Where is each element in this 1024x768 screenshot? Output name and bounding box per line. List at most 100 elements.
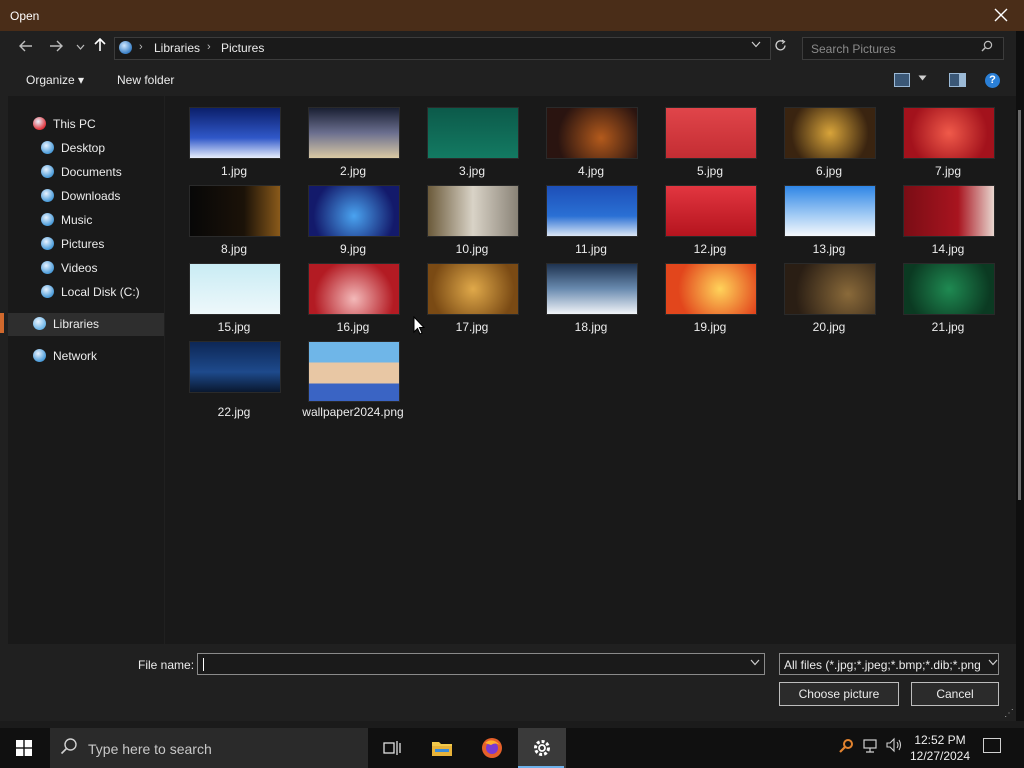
- scrollbar-thumb[interactable]: [1018, 110, 1021, 500]
- recent-locations-button[interactable]: [70, 37, 90, 57]
- file-name: 2.jpg: [339, 164, 367, 178]
- sidebar-item-this-pc[interactable]: This PC: [0, 113, 156, 135]
- breadcrumb-pictures[interactable]: Pictures: [221, 41, 264, 55]
- organize-button[interactable]: Organize ▾: [26, 73, 84, 87]
- search-icon[interactable]: [981, 40, 993, 55]
- text-caret: [203, 658, 204, 671]
- chevron-down-icon: [918, 75, 927, 81]
- file-thumbnail: [189, 341, 281, 393]
- refresh-button[interactable]: [770, 37, 790, 58]
- settings-app-button[interactable]: [518, 728, 566, 768]
- file-tile[interactable]: 13.jpg: [774, 185, 884, 263]
- network-tray-icon[interactable]: [862, 738, 878, 757]
- file-name-input[interactable]: [197, 653, 765, 675]
- file-thumbnail: [665, 263, 757, 315]
- file-tile[interactable]: 19.jpg: [655, 263, 765, 341]
- file-tile[interactable]: 15.jpg: [179, 263, 289, 341]
- help-button[interactable]: ?: [985, 73, 1000, 88]
- up-button[interactable]: [90, 37, 110, 57]
- view-dropdown-button[interactable]: [918, 73, 927, 84]
- file-tile[interactable]: 2.jpg: [298, 107, 408, 185]
- tray-key-icon[interactable]: [838, 738, 854, 758]
- clock-time[interactable]: 12:52 PM: [912, 733, 968, 747]
- cancel-button[interactable]: Cancel: [911, 682, 999, 706]
- file-thumbnail: [903, 185, 995, 237]
- new-folder-button[interactable]: New folder: [117, 73, 174, 87]
- sidebar-item-music[interactable]: Music: [0, 209, 156, 231]
- file-tile[interactable]: 8.jpg: [179, 185, 289, 263]
- file-type-filter[interactable]: All files (*.jpg;*.jpeg;*.bmp;*.dib;*.pn…: [779, 653, 999, 675]
- file-name: 9.jpg: [339, 242, 367, 256]
- file-tile[interactable]: 21.jpg: [893, 263, 1003, 341]
- close-button[interactable]: [990, 4, 1012, 26]
- sidebar-item-videos[interactable]: Videos: [0, 257, 156, 279]
- taskbar-search[interactable]: Type here to search: [50, 728, 368, 768]
- file-tile[interactable]: 5.jpg: [655, 107, 765, 185]
- file-tile[interactable]: 18.jpg: [536, 263, 646, 341]
- documents-icon: [41, 165, 54, 178]
- file-name: wallpaper2024.png: [302, 405, 404, 419]
- back-button[interactable]: [16, 37, 36, 57]
- file-tile[interactable]: 10.jpg: [417, 185, 527, 263]
- back-arrow-icon: [19, 40, 32, 52]
- resize-grip-icon[interactable]: ⋰: [1004, 708, 1014, 719]
- file-tile[interactable]: 11.jpg: [536, 185, 646, 263]
- file-explorer-button[interactable]: [418, 728, 466, 768]
- file-thumbnail: [308, 263, 400, 315]
- sidebar-item-label: Network: [53, 349, 98, 363]
- firefox-button[interactable]: [468, 728, 516, 768]
- windows-logo-icon: [16, 740, 32, 756]
- file-tile[interactable]: 7.jpg: [893, 107, 1003, 185]
- file-name: 21.jpg: [931, 320, 965, 334]
- file-thumbnail: [427, 263, 519, 315]
- file-tile[interactable]: 1.jpg: [179, 107, 289, 185]
- videos-icon: [41, 261, 54, 274]
- sidebar-item-pictures[interactable]: Pictures: [0, 233, 156, 255]
- file-tile[interactable]: 22.jpg: [179, 341, 289, 419]
- search-box[interactable]: Search Pictures: [802, 37, 1004, 60]
- file-tile[interactable]: 9.jpg: [298, 185, 408, 263]
- view-options-icon[interactable]: [894, 73, 910, 87]
- choose-picture-button[interactable]: Choose picture: [779, 682, 899, 706]
- task-view-icon: [383, 741, 401, 755]
- file-tile[interactable]: 6.jpg: [774, 107, 884, 185]
- file-thumbnail: [189, 107, 281, 159]
- preview-pane-icon[interactable]: [949, 73, 966, 87]
- notification-icon[interactable]: [983, 738, 1001, 753]
- file-tile[interactable]: wallpaper2024.png: [298, 341, 408, 419]
- task-view-button[interactable]: [368, 728, 416, 768]
- file-name: 15.jpg: [217, 320, 251, 334]
- breadcrumb-libraries[interactable]: Libraries: [154, 41, 200, 55]
- volume-icon[interactable]: [885, 737, 903, 756]
- file-tile[interactable]: 3.jpg: [417, 107, 527, 185]
- up-arrow-icon: [94, 37, 106, 51]
- file-name-label: File name:: [138, 658, 195, 672]
- pictures-icon: [41, 237, 54, 250]
- search-icon: [60, 737, 78, 760]
- file-tile[interactable]: 17.jpg: [417, 263, 527, 341]
- address-dropdown-button[interactable]: [751, 40, 761, 51]
- network-icon: [33, 349, 46, 362]
- file-tile[interactable]: 12.jpg: [655, 185, 765, 263]
- clock-date[interactable]: 12/27/2024: [906, 749, 974, 763]
- sidebar-item-network[interactable]: Network: [0, 345, 156, 367]
- chevron-right-icon: ›: [139, 41, 143, 53]
- firefox-icon: [482, 738, 502, 758]
- start-button[interactable]: [0, 728, 48, 768]
- file-tile[interactable]: 14.jpg: [893, 185, 1003, 263]
- file-tile[interactable]: 20.jpg: [774, 263, 884, 341]
- file-tile[interactable]: 16.jpg: [298, 263, 408, 341]
- file-tile[interactable]: 4.jpg: [536, 107, 646, 185]
- file-type-filter-value: All files (*.jpg;*.jpeg;*.bmp;*.dib;*.pn…: [784, 658, 981, 672]
- sidebar-item-downloads[interactable]: Downloads: [0, 185, 156, 207]
- sidebar-item-libraries[interactable]: Libraries: [0, 313, 156, 335]
- sidebar-item-desktop[interactable]: Desktop: [0, 137, 156, 159]
- sidebar-item-documents[interactable]: Documents: [0, 161, 156, 183]
- sidebar-item-local-disk-c[interactable]: Local Disk (C:): [0, 281, 156, 303]
- filter-dropdown[interactable]: [986, 658, 998, 669]
- forward-button[interactable]: [46, 37, 66, 57]
- file-name: 4.jpg: [577, 164, 605, 178]
- sidebar-item-label: Local Disk (C:): [61, 285, 140, 299]
- address-bar[interactable]: › Libraries › Pictures: [114, 37, 771, 60]
- file-name-dropdown[interactable]: [750, 658, 760, 669]
